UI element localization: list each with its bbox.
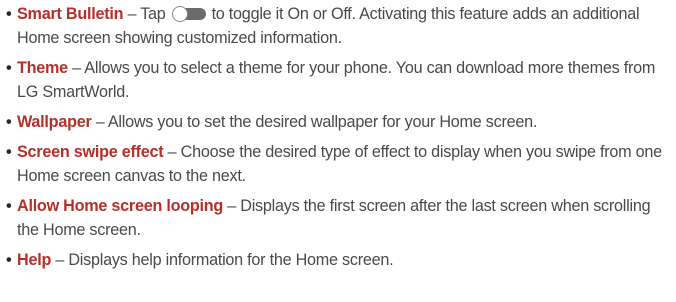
- bullet: •: [6, 5, 12, 23]
- term-help: Help: [17, 251, 52, 269]
- list-item-smart-bulletin: • Smart Bulletin – Tap to toggle it On or…: [6, 2, 670, 50]
- bullet: •: [6, 251, 12, 269]
- separator: –: [91, 113, 108, 131]
- separator: –: [51, 251, 69, 269]
- separator: –: [67, 59, 85, 77]
- term-screen-swipe-effect: Screen swipe effect: [17, 143, 164, 161]
- separator: –: [123, 5, 141, 23]
- description-wallpaper: Allows you to set the desired wallpaper …: [107, 113, 538, 131]
- separator: –: [163, 143, 181, 161]
- description-prefix: Tap: [140, 5, 166, 23]
- bullet: •: [6, 59, 12, 77]
- bullet: •: [6, 197, 12, 215]
- term-wallpaper: Wallpaper: [17, 113, 92, 131]
- list-item-help: • Help – Displays help information for t…: [6, 248, 670, 272]
- description-theme: Allows you to select a theme for your ph…: [17, 59, 656, 101]
- list-item-allow-home-screen-looping: • Allow Home screen looping – Displays t…: [6, 194, 670, 242]
- bullet: •: [6, 113, 12, 131]
- bullet: •: [6, 143, 12, 161]
- toggle-switch-icon: [171, 6, 206, 22]
- list-item-theme: • Theme – Allows you to select a theme f…: [6, 56, 670, 104]
- separator: –: [223, 197, 241, 215]
- term-smart-bulletin: Smart Bulletin: [17, 5, 124, 23]
- description-help: Displays help information for the Home s…: [68, 251, 394, 269]
- term-allow-home-screen-looping: Allow Home screen looping: [17, 197, 224, 215]
- settings-description-list: • Smart Bulletin – Tap to toggle it On or…: [0, 2, 670, 272]
- list-item-screen-swipe-effect: • Screen swipe effect – Choose the desir…: [6, 140, 670, 188]
- term-theme: Theme: [17, 59, 68, 77]
- list-item-wallpaper: • Wallpaper – Allows you to set the desi…: [6, 110, 670, 134]
